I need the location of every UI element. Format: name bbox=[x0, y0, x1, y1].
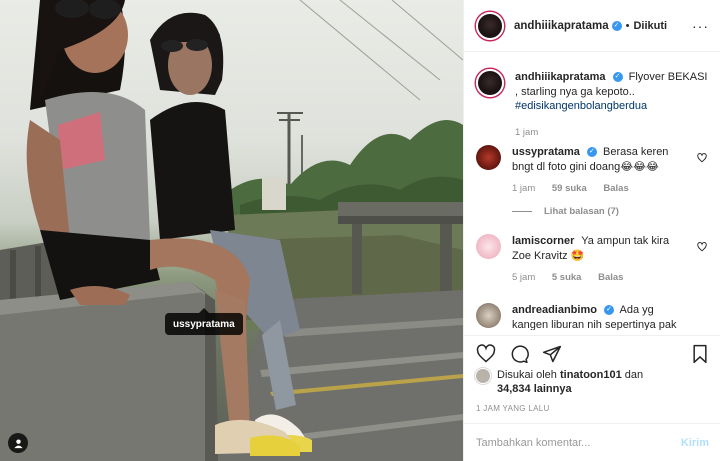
author-avatar[interactable] bbox=[476, 11, 504, 40]
likes-summary: Disukai oleh tinatoon101 dan 34,834 lain… bbox=[476, 368, 711, 396]
caption-hashtag[interactable]: #edisikangenbolangberdua bbox=[515, 100, 647, 112]
post-photo[interactable]: ussypratama bbox=[0, 0, 463, 461]
post-timestamp[interactable]: 1 JAM YANG LALU bbox=[476, 404, 550, 413]
comment-username[interactable]: andreadianbimo bbox=[512, 304, 597, 316]
author-username[interactable]: andhiiikapratama bbox=[514, 20, 609, 32]
people-tag-button[interactable] bbox=[8, 433, 28, 453]
comment-username[interactable]: ussypratama bbox=[512, 146, 580, 158]
comment-row: andreadianbimo ✓ Ada yg kangen liburan n… bbox=[476, 303, 711, 330]
comments-list[interactable]: andhiiikapratama ✓ Flyover BEKASI , star… bbox=[464, 53, 720, 330]
comment-meta: 5 jam 5 suka Balas bbox=[512, 271, 685, 286]
caption-avatar[interactable] bbox=[476, 69, 504, 97]
person-tag-icon bbox=[13, 438, 23, 448]
comment-row: lamiscorner Ya ampun tak kira Zoe Kravit… bbox=[476, 234, 711, 286]
share-icon[interactable] bbox=[542, 344, 562, 364]
view-replies-label: Lihat balasan (7) bbox=[544, 205, 619, 217]
verified-badge-icon: ✓ bbox=[586, 147, 597, 158]
comment-time: 5 jam bbox=[512, 272, 536, 283]
caption-time: 1 jam bbox=[515, 126, 539, 138]
comment-compose: Kirim bbox=[464, 423, 720, 461]
caption-username[interactable]: andhiiikapratama bbox=[515, 71, 605, 83]
post-header: andhiiikapratama ✓ • Diikuti ··· bbox=[464, 0, 720, 52]
liker-avatar[interactable] bbox=[476, 369, 490, 383]
comment-like-count[interactable]: 59 suka bbox=[552, 183, 587, 194]
comment-meta: 1 jam 59 suka Balas bbox=[512, 182, 685, 197]
commenter-avatar[interactable] bbox=[476, 303, 501, 328]
like-heart-icon[interactable] bbox=[476, 344, 496, 364]
author-info: andhiiikapratama ✓ • Diikuti bbox=[514, 20, 667, 32]
send-comment-button[interactable]: Kirim bbox=[681, 437, 709, 449]
bookmark-icon[interactable] bbox=[691, 344, 709, 364]
likes-prefix: Disukai oleh bbox=[497, 369, 557, 381]
post-actions-bar bbox=[464, 335, 720, 371]
view-replies-button[interactable]: Lihat balasan (7) bbox=[512, 205, 685, 220]
verified-badge-icon: ✓ bbox=[604, 305, 615, 316]
commenter-avatar[interactable] bbox=[476, 145, 501, 170]
likes-text: Disukai oleh tinatoon101 dan 34,834 lain… bbox=[497, 368, 643, 396]
liker-username[interactable]: tinatoon101 bbox=[560, 369, 622, 381]
caption-row: andhiiikapratama ✓ Flyover BEKASI , star… bbox=[476, 69, 711, 140]
comment-like-count[interactable]: 5 suka bbox=[552, 272, 582, 283]
comment-reply-button[interactable]: Balas bbox=[598, 272, 623, 283]
comment-like-heart-icon[interactable] bbox=[697, 153, 707, 163]
separator-dot: • bbox=[625, 19, 630, 32]
commenter-avatar[interactable] bbox=[476, 234, 501, 259]
comment-like-heart-icon[interactable] bbox=[697, 242, 707, 252]
follow-status-button[interactable]: Diikuti bbox=[633, 20, 667, 32]
likes-count-link[interactable]: 34,834 lainnya bbox=[497, 383, 572, 395]
verified-badge-icon: ✓ bbox=[611, 20, 622, 31]
comment-username[interactable]: lamiscorner bbox=[512, 235, 574, 247]
more-options-icon[interactable]: ··· bbox=[692, 18, 709, 34]
caption-meta: 1 jam bbox=[515, 126, 711, 141]
comment-icon[interactable] bbox=[509, 344, 529, 364]
verified-badge-icon: ✓ bbox=[612, 72, 623, 83]
comment-input[interactable] bbox=[476, 436, 681, 449]
likes-and: dan bbox=[624, 369, 644, 381]
comment-reply-button[interactable]: Balas bbox=[603, 183, 628, 194]
instagram-post: ussypratama andhiiikapratama ✓ • Diikuti… bbox=[0, 0, 720, 461]
comment-time: 1 jam bbox=[512, 183, 536, 194]
photo-user-tag[interactable]: ussypratama bbox=[165, 308, 243, 335]
photo-scene bbox=[0, 0, 463, 461]
comment-row: ussypratama ✓ Berasa keren bngt dl foto … bbox=[476, 145, 711, 219]
post-side-panel: andhiiikapratama ✓ • Diikuti ··· andhiii… bbox=[463, 0, 720, 461]
